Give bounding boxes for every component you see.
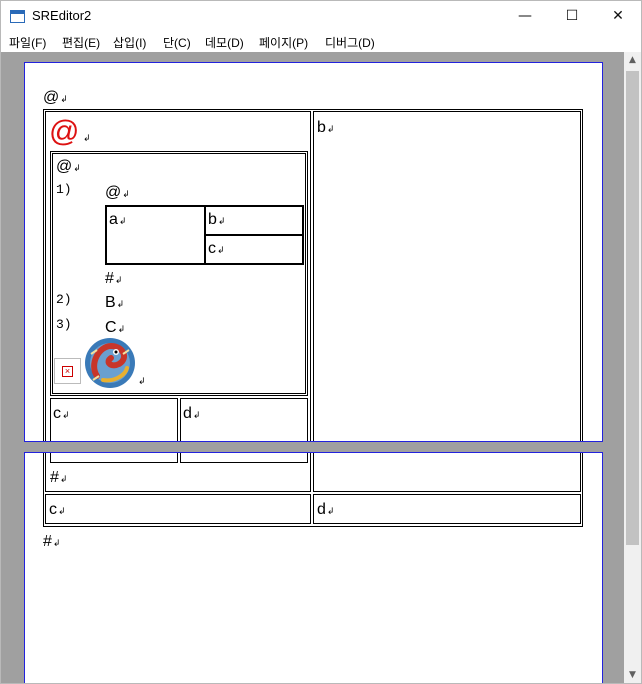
broken-image-icon[interactable]: × <box>54 358 81 384</box>
x-icon: × <box>62 366 73 377</box>
grid-cell-a[interactable]: a↲ <box>105 205 206 265</box>
para-text: @ <box>56 158 73 175</box>
dragon-image[interactable] <box>83 336 137 390</box>
return-mark: ↲ <box>138 377 146 387</box>
return-mark: ↲ <box>83 134 91 144</box>
row-cell-d[interactable]: d↲ <box>313 494 581 524</box>
bottom-cell-d[interactable]: d↲ <box>180 398 308 441</box>
app-window: SREditor2 — ☐ ✕ 파일(F) 편집(E) 삽입(I) 단(C) 데… <box>0 0 642 684</box>
maximize-button[interactable]: ☐ <box>549 1 595 31</box>
list-marker-1: 1) <box>56 182 72 197</box>
return-mark: ↲ <box>217 217 226 227</box>
para-text: # <box>105 270 114 287</box>
menu-column[interactable]: 단(C) <box>163 34 191 51</box>
return-mark: ↲ <box>116 300 125 310</box>
para-text: @ <box>105 184 122 201</box>
list-item-text: C <box>105 319 117 336</box>
return-mark: ↲ <box>122 190 130 200</box>
outer-cell-right[interactable]: b↲ <box>313 111 581 441</box>
page-1[interactable]: @↲ @ ↲ @↲ 1) @↲ a↲ b↲ c↲ #↲ 2) B↲ 3) C↲ … <box>24 62 603 442</box>
menu-demo[interactable]: 데모(D) <box>205 34 244 51</box>
scroll-thumb[interactable] <box>626 71 639 545</box>
return-mark: ↲ <box>118 217 127 227</box>
cell-text: c <box>49 501 57 518</box>
window-title: SREditor2 <box>32 8 92 23</box>
return-mark: ↲ <box>62 411 70 421</box>
document-viewport[interactable]: @↲ @ ↲ @↲ 1) @↲ a↲ b↲ c↲ #↲ 2) B↲ 3) C↲ … <box>1 52 624 683</box>
return-mark: ↲ <box>59 475 68 485</box>
big-at-sign: @ <box>49 115 80 148</box>
outer-cell-right[interactable] <box>313 453 581 492</box>
outer-cell-left[interactable]: #↲ <box>45 453 311 492</box>
vertical-scrollbar[interactable]: ▲ ▼ <box>624 52 641 683</box>
inner-table[interactable]: @↲ 1) @↲ a↲ b↲ c↲ #↲ 2) B↲ 3) C↲ × ↲ <box>50 151 308 396</box>
grid-cell-b[interactable]: b↲ <box>204 205 304 236</box>
outer-table-continued[interactable]: #↲ c↲ d↲ <box>43 453 583 527</box>
outer-table[interactable]: @ ↲ @↲ 1) @↲ a↲ b↲ c↲ #↲ 2) B↲ 3) C↲ × ↲… <box>43 109 583 441</box>
cell-text: b <box>208 211 217 228</box>
list-marker-2: 2) <box>56 292 72 307</box>
para-text: @ <box>43 89 60 106</box>
return-mark: ↲ <box>52 539 61 549</box>
list-item-3[interactable]: C↲ <box>105 320 125 336</box>
bottom-cell-c[interactable]: c↲ <box>50 398 178 441</box>
scroll-down-icon[interactable]: ▼ <box>624 667 641 683</box>
para-text: # <box>43 533 52 550</box>
menu-insert[interactable]: 삽입(I) <box>113 34 146 51</box>
cell-text: d <box>183 405 192 422</box>
cell-text: # <box>50 469 59 486</box>
inner-cell[interactable]: @↲ 1) @↲ a↲ b↲ c↲ #↲ 2) B↲ 3) C↲ × ↲ <box>52 153 306 394</box>
return-mark: ↲ <box>114 276 123 286</box>
paragraph[interactable]: #↲ <box>105 271 122 287</box>
title-bar[interactable]: SREditor2 — ☐ ✕ <box>1 1 641 31</box>
scroll-up-icon[interactable]: ▲ <box>624 52 641 69</box>
list-marker-3: 3) <box>56 317 72 332</box>
page-2[interactable]: #↲ c↲ d↲ #↲ <box>24 452 603 683</box>
return-mark: ↲ <box>60 95 68 105</box>
menu-bar: 파일(F) 편집(E) 삽입(I) 단(C) 데모(D) 페이지(P) 디버그(… <box>1 31 641 52</box>
grid-table[interactable]: a↲ b↲ c↲ <box>105 205 304 265</box>
grid-cell-c[interactable]: c↲ <box>204 234 304 265</box>
cell-text: b <box>317 119 326 136</box>
menu-page[interactable]: 페이지(P) <box>259 34 308 51</box>
paragraph[interactable]: @↲ <box>56 159 81 175</box>
bottom-cell-c <box>50 453 178 463</box>
return-mark: ↲ <box>192 411 201 421</box>
return-mark: ↲ <box>326 125 335 135</box>
cell-text: d <box>317 501 326 518</box>
close-button[interactable]: ✕ <box>595 1 641 31</box>
minimize-button[interactable]: — <box>502 1 548 31</box>
return-mark: ↲ <box>326 507 335 517</box>
paragraph[interactable]: #↲ <box>43 534 60 550</box>
cell-text: c <box>53 405 61 422</box>
return-mark: ↲ <box>73 164 81 174</box>
list-item-2[interactable]: B↲ <box>105 295 124 311</box>
menu-edit[interactable]: 편집(E) <box>62 34 100 51</box>
return-mark: ↲ <box>58 507 66 517</box>
list-item-text: B <box>105 294 116 311</box>
menu-debug[interactable]: 디버그(D) <box>325 34 375 51</box>
bottom-cell-d <box>180 453 308 463</box>
return-mark: ↲ <box>217 246 225 256</box>
outer-cell-left[interactable]: @ ↲ @↲ 1) @↲ a↲ b↲ c↲ #↲ 2) B↲ 3) C↲ × ↲… <box>45 111 311 441</box>
paragraph[interactable]: @↲ <box>105 185 130 201</box>
app-window-icon <box>10 10 25 23</box>
menu-file[interactable]: 파일(F) <box>9 34 46 51</box>
cell-text: a <box>109 211 118 228</box>
cell-text: c <box>208 240 216 257</box>
return-mark: ↲ <box>117 325 126 335</box>
row-cell-c[interactable]: c↲ <box>45 494 311 524</box>
paragraph[interactable]: @↲ <box>43 90 68 106</box>
